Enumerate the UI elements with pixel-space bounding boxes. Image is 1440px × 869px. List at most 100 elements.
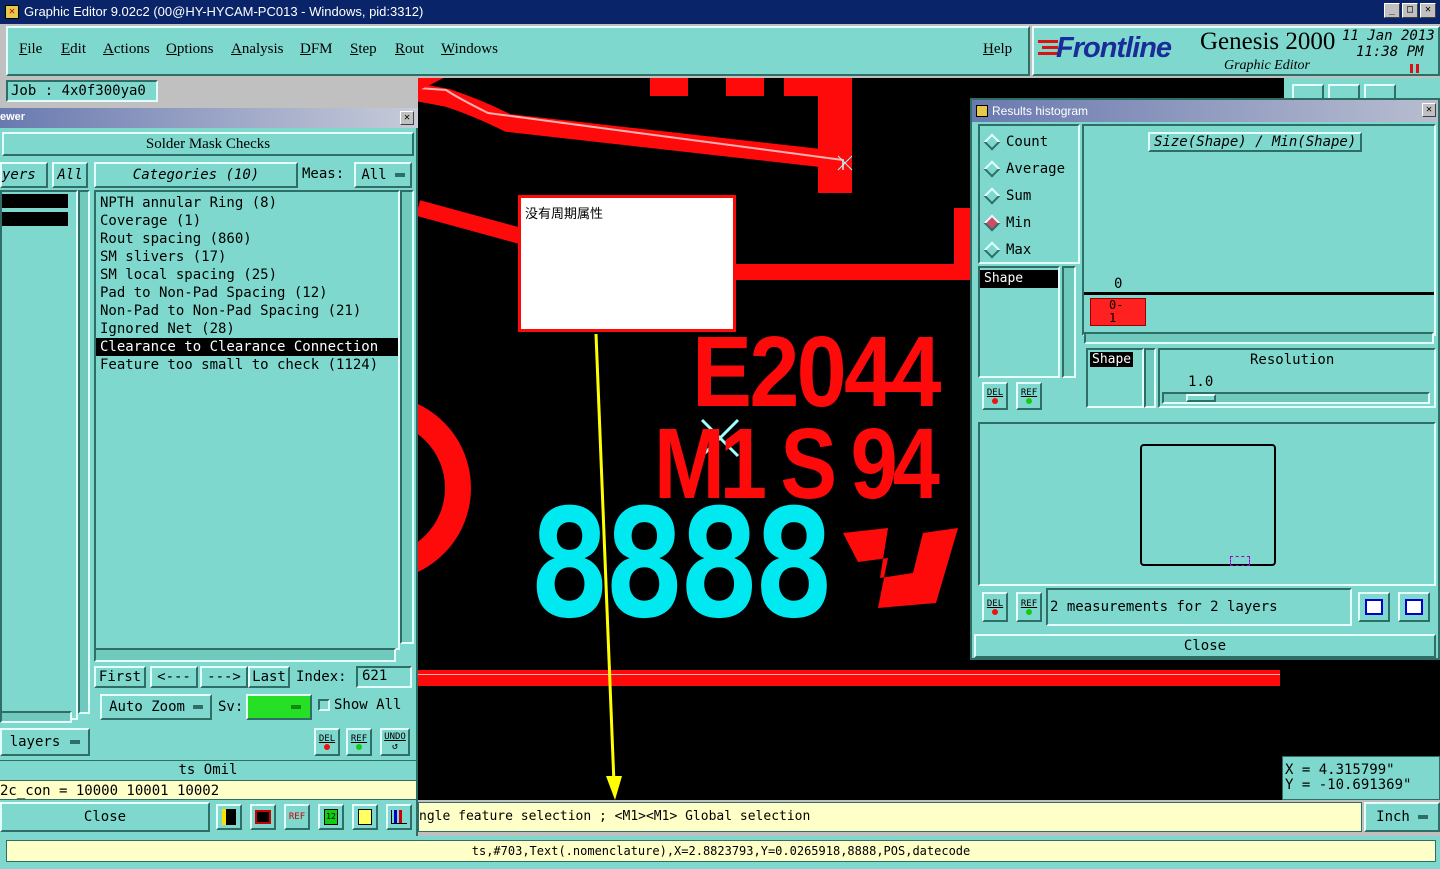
category-item[interactable]: Non-Pad to Non-Pad Spacing (21)	[96, 302, 398, 320]
category-item[interactable]: Feature too small to check (1124)	[96, 356, 398, 374]
show-all-checkbox[interactable]	[318, 699, 330, 711]
menu-analysis[interactable]: Analysis	[231, 41, 284, 58]
menu-dfm[interactable]: DFM	[300, 41, 333, 58]
category-item[interactable]: NPTH annular Ring (8)	[96, 194, 398, 212]
histogram-del-button[interactable]: DEL	[982, 382, 1008, 410]
layers-hscroll[interactable]	[0, 711, 72, 723]
product-name: Genesis 2000	[1200, 28, 1336, 55]
number-icon[interactable]: 12	[318, 804, 344, 830]
menu-help[interactable]: Help	[983, 41, 1012, 58]
layer-item-2[interactable]	[2, 212, 68, 226]
app-icon: ✕	[5, 5, 19, 19]
categories-list[interactable]: NPTH annular Ring (8) Coverage (1) Rout sp…	[94, 190, 400, 650]
histogram-close-button[interactable]: Close	[974, 634, 1436, 658]
layers-list[interactable]	[0, 190, 78, 720]
layers-vscroll[interactable]	[78, 190, 90, 714]
viewer-close-button[interactable]: Close	[0, 802, 210, 832]
histogram-close-icon[interactable]: ✕	[1422, 103, 1436, 117]
histogram-del-button-2[interactable]: DEL	[982, 592, 1008, 622]
all-layers-button[interactable]: All	[52, 162, 88, 188]
category-item[interactable]: SM local spacing (25)	[96, 266, 398, 284]
histogram-plot-area: Size(Shape) / Min(Shape) 0 0- 1	[1082, 124, 1436, 344]
resolution-slider[interactable]	[1162, 392, 1430, 404]
stat-option-label: Sum	[1006, 188, 1032, 204]
menu-step[interactable]: Step	[350, 41, 377, 58]
layers-button[interactable]: yers	[0, 162, 48, 188]
ref-button[interactable]: REF	[346, 728, 372, 756]
plot-hscroll[interactable]	[1084, 332, 1434, 344]
stat-option-average[interactable]: Average	[980, 159, 1078, 179]
category-item[interactable]: Pad to Non-Pad Spacing (12)	[96, 284, 398, 302]
close-window-button[interactable]: ✕	[1420, 3, 1436, 18]
histogram-ref-button[interactable]: REF	[1016, 382, 1042, 410]
undo-arrow-icon: ↺	[391, 741, 399, 752]
auto-zoom-dropdown[interactable]: Auto Zoom	[100, 694, 212, 720]
camera-icon[interactable]	[250, 804, 276, 830]
stat-option-min[interactable]: Min	[980, 213, 1078, 233]
menu-file[interactable]: File	[19, 41, 42, 58]
prev-button[interactable]: <---	[150, 666, 198, 688]
minimize-button[interactable]: _	[1384, 3, 1400, 18]
first-button[interactable]: First	[94, 666, 146, 688]
report-icon[interactable]	[352, 804, 378, 830]
histogram-ref-button-2[interactable]: REF	[1016, 592, 1042, 622]
undo-button[interactable]: UNDO ↺	[380, 728, 410, 756]
x-coordinate: X = 4.315799"	[1285, 762, 1395, 778]
radio-icon	[983, 187, 1001, 205]
frontline-logo: Frontline	[1056, 32, 1172, 64]
layer-item-1[interactable]	[2, 194, 68, 208]
viewer-header: Solder Mask Checks	[2, 132, 414, 156]
categories-button[interactable]: Categories (10)	[94, 162, 298, 188]
category-item[interactable]: Coverage (1)	[96, 212, 398, 230]
product-subtitle: Graphic Editor	[1224, 58, 1310, 73]
last-button[interactable]: Last	[248, 666, 290, 688]
category-item[interactable]: Clearance to Clearance Connection	[96, 338, 398, 356]
meas-dropdown[interactable]: All	[354, 162, 412, 188]
menu-windows[interactable]: Windows	[441, 41, 498, 58]
pause-icon	[1410, 64, 1420, 73]
stat-option-label: Count	[1006, 134, 1049, 150]
viewer-close-icon[interactable]: ✕	[400, 111, 414, 125]
del-button[interactable]: DEL	[314, 728, 340, 756]
annotation-popup[interactable]: 没有周期属性	[518, 195, 736, 332]
categories-vscroll[interactable]	[400, 190, 414, 644]
layers-dropdown[interactable]: layers	[0, 728, 90, 756]
green-dot-icon	[1026, 398, 1032, 404]
menu-edit[interactable]: Edit	[61, 41, 86, 58]
menu-options[interactable]: Options	[166, 41, 214, 58]
sv-color-dropdown[interactable]	[246, 694, 312, 720]
green-dot-icon	[1026, 609, 1032, 615]
import-chart-icon[interactable]	[1398, 592, 1430, 622]
stat-radio-group: Count Average Sum Min Max	[978, 124, 1080, 264]
stat-option-label: Max	[1006, 242, 1032, 258]
pin-icon[interactable]	[216, 804, 242, 830]
category-item[interactable]: Rout spacing (860)	[96, 230, 398, 248]
units-dropdown[interactable]: Inch	[1364, 802, 1440, 832]
resolution-slider-thumb[interactable]	[1186, 394, 1216, 402]
next-button[interactable]: --->	[200, 666, 248, 688]
chart-icon[interactable]	[386, 804, 412, 830]
category-item[interactable]: SM slivers (17)	[96, 248, 398, 266]
ref-cross-icon[interactable]: REF	[284, 804, 310, 830]
shape-list-item[interactable]: Shape	[980, 270, 1058, 288]
shape-selector-scroll[interactable]	[1144, 348, 1156, 408]
formula-label: Size(Shape) / Min(Shape)	[1148, 132, 1363, 152]
categories-hscroll[interactable]	[94, 648, 396, 662]
stat-option-sum[interactable]: Sum	[980, 186, 1078, 206]
coordinate-panel: X = 4.315799" Y = -10.691369"	[1282, 756, 1440, 800]
stat-option-max[interactable]: Max	[980, 240, 1078, 260]
menu-rout[interactable]: Rout	[395, 41, 424, 58]
job-label: Job : 4x0f300ya0	[6, 80, 158, 102]
maximize-button[interactable]: □	[1402, 3, 1418, 18]
category-item[interactable]: Ignored Net (28)	[96, 320, 398, 338]
menu-actions[interactable]: Actions	[103, 41, 150, 58]
shape-selector[interactable]: Shape	[1086, 348, 1144, 408]
index-input[interactable]: 621	[356, 666, 412, 688]
stat-option-count[interactable]: Count	[980, 132, 1078, 152]
window-titlebar: ✕ Graphic Editor 9.02c2 (00@HY-HYCAM-PC0…	[0, 0, 1440, 24]
shape-vscroll[interactable]	[1062, 266, 1076, 378]
shape-list[interactable]: Shape	[978, 266, 1060, 378]
export-chart-icon[interactable]	[1358, 592, 1390, 622]
dropdown-indicator-icon	[70, 740, 81, 744]
histogram-bar[interactable]: 0- 1	[1090, 298, 1146, 326]
